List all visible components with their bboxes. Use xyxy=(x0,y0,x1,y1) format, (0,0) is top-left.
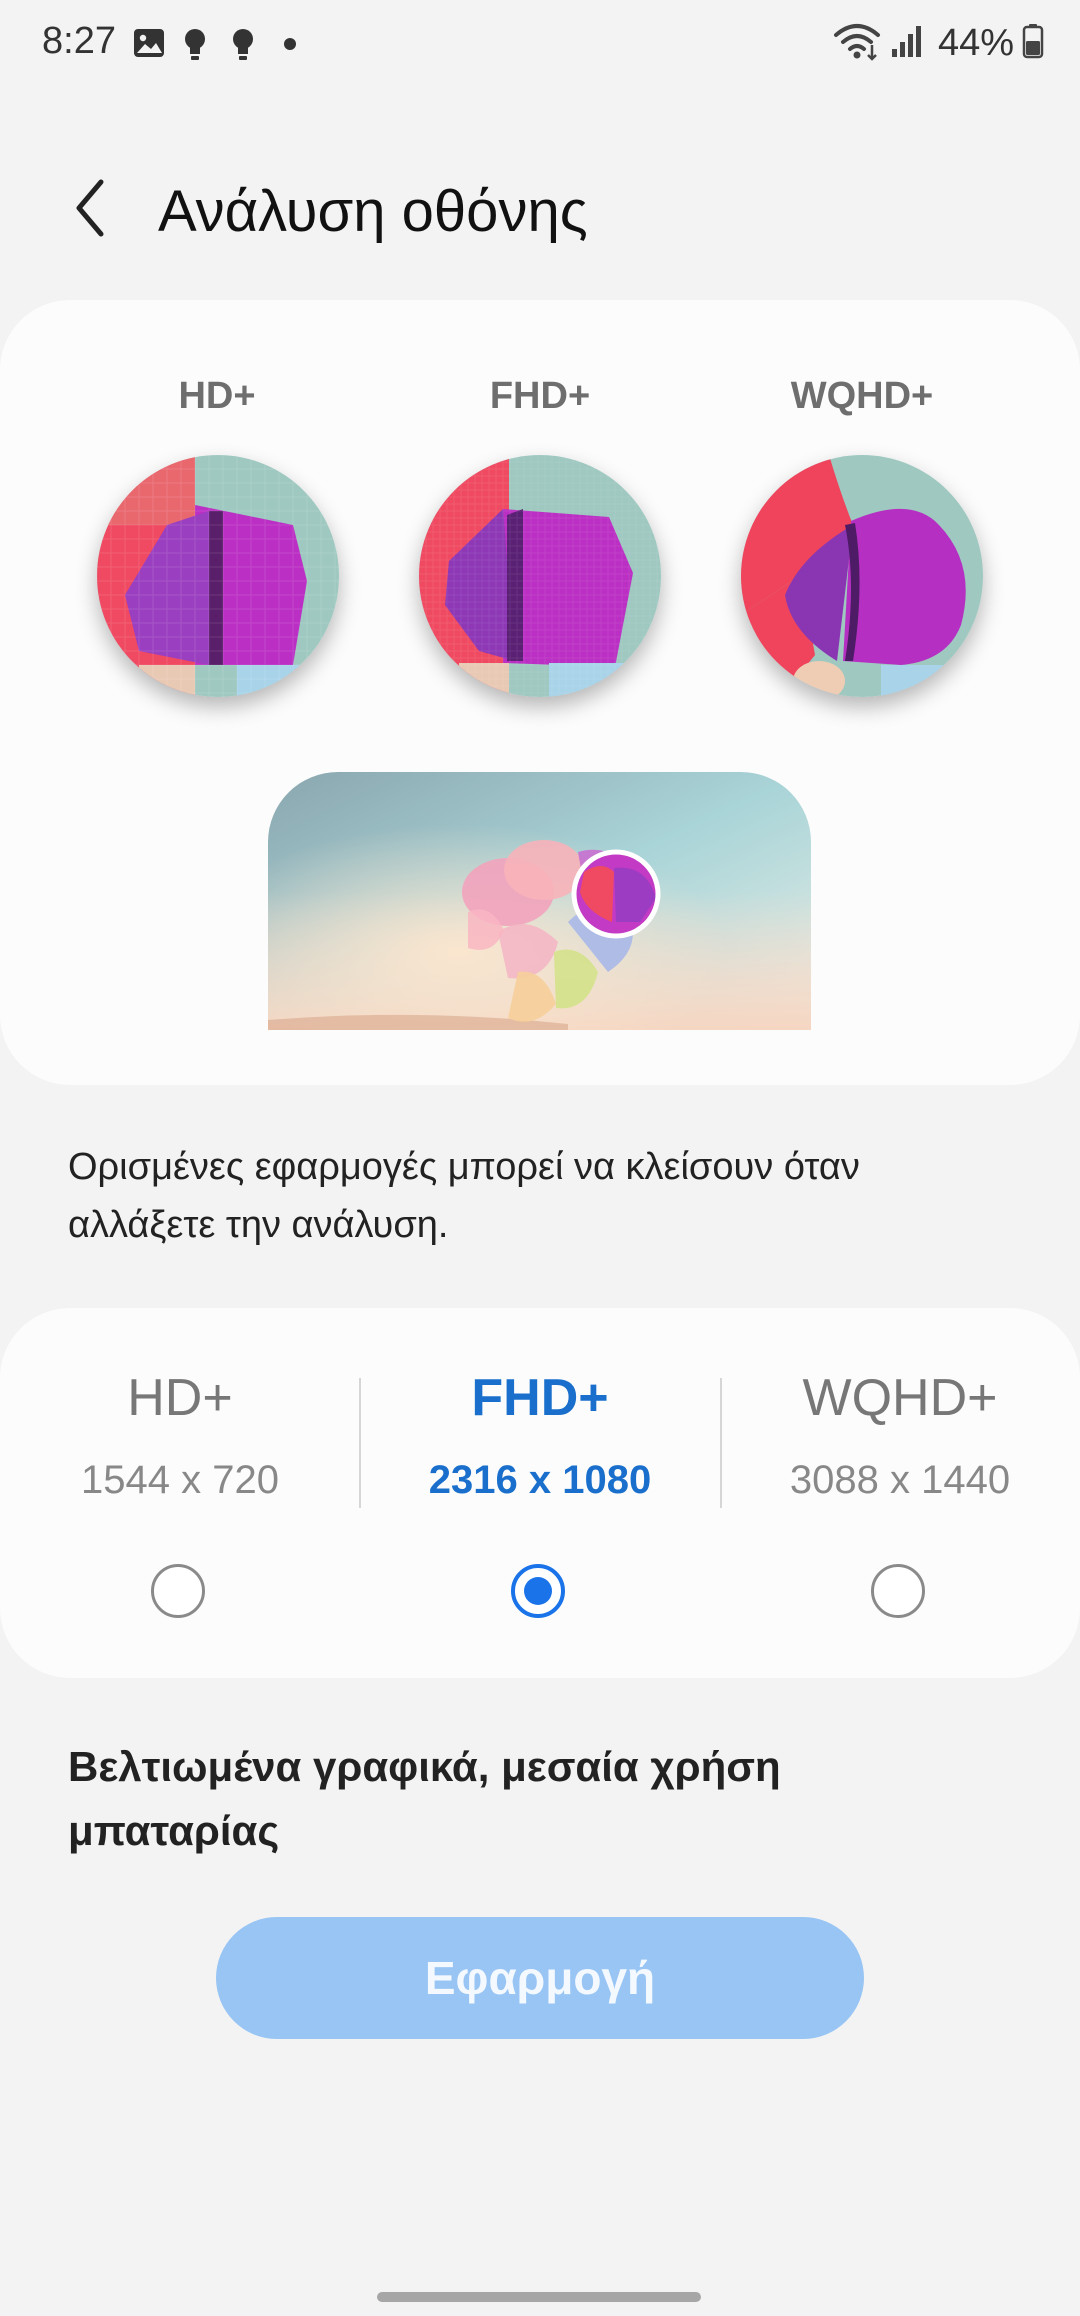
radio-wqhd[interactable] xyxy=(871,1564,925,1618)
gallery-icon xyxy=(132,26,168,62)
page-title: Ανάλυση οθόνης xyxy=(158,179,588,244)
option-name: WQHD+ xyxy=(802,1369,998,1427)
chevron-left-icon xyxy=(71,178,111,243)
option-fhd[interactable]: FHD+ 2316 x 1080 xyxy=(360,1308,720,1678)
resolution-options-card: HD+ 1544 x 720 FHD+ 2316 x 1080 WQHD+ 30… xyxy=(0,1308,1080,1678)
preview-label-hd: HD+ xyxy=(178,375,256,417)
wifi-icon xyxy=(832,21,882,66)
status-time: 8:27 xyxy=(42,20,116,62)
preview-zoom-fhd xyxy=(419,455,661,697)
preview-label-wqhd: WQHD+ xyxy=(790,375,934,417)
status-bar: 8:27 44% xyxy=(0,0,1080,90)
radio-selected-dot xyxy=(524,1577,552,1605)
apply-button[interactable]: Εφαρμογή xyxy=(216,1917,864,2039)
option-size: 2316 x 1080 xyxy=(428,1458,652,1502)
back-button[interactable] xyxy=(56,170,126,250)
radio-fhd[interactable] xyxy=(511,1564,565,1618)
status-right: 44% xyxy=(832,18,1044,68)
option-name: HD+ xyxy=(127,1369,233,1427)
dot-icon xyxy=(282,36,318,72)
option-size: 3088 x 1440 xyxy=(789,1458,1011,1502)
bulb-icon xyxy=(180,26,216,62)
resolution-preview-card: HD+ FHD+ WQHD+ xyxy=(0,300,1080,1085)
resolution-description: Βελτιωμένα γραφικά, μεσαία χρήση μπαταρί… xyxy=(68,1743,781,1854)
bulb-icon xyxy=(228,26,264,62)
wallpaper-preview xyxy=(268,772,811,1030)
option-name: FHD+ xyxy=(471,1369,609,1427)
preview-zoom-hd xyxy=(97,455,339,697)
radio-hd[interactable] xyxy=(151,1564,205,1618)
home-indicator[interactable] xyxy=(377,2292,701,2302)
battery-icon xyxy=(1022,23,1044,64)
option-wqhd[interactable]: WQHD+ 3088 x 1440 xyxy=(720,1308,1080,1678)
preview-zoom-wqhd xyxy=(741,455,983,697)
option-hd[interactable]: HD+ 1544 x 720 xyxy=(0,1308,360,1678)
option-size: 1544 x 720 xyxy=(81,1458,279,1502)
preview-label-fhd: FHD+ xyxy=(489,375,591,417)
signal-icon xyxy=(890,23,924,64)
resolution-change-note: Ορισμένες εφαρμογές μπορεί να κλείσουν ό… xyxy=(68,1146,860,1246)
battery-percent: 44% xyxy=(937,21,1014,64)
